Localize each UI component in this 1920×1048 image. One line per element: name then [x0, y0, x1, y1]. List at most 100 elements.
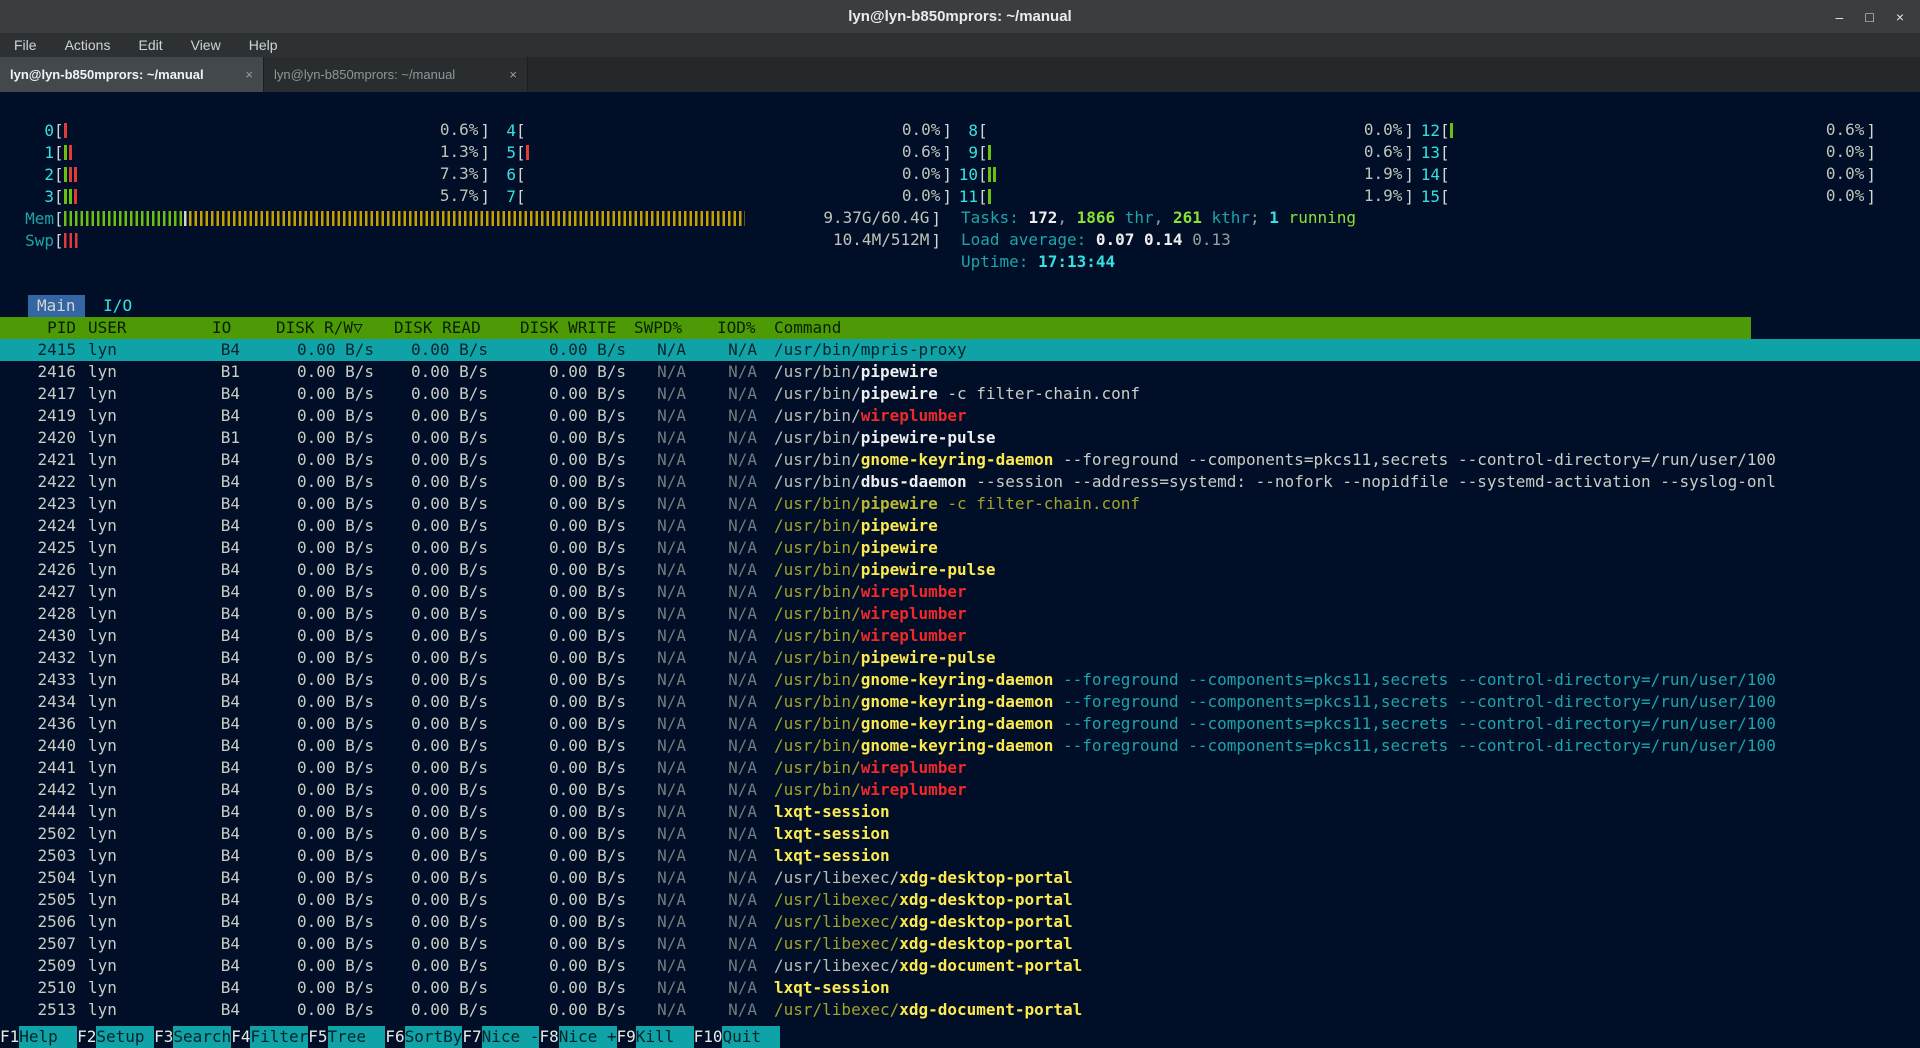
process-row-2417[interactable]: 2417lynB40.00 B/s0.00 B/s0.00 B/sN/AN/A/… [0, 383, 1920, 405]
disk-rw: 0.00 B/s [254, 647, 374, 669]
fn-action-kill[interactable]: Kill [636, 1026, 694, 1048]
swpd-pct: N/A [606, 867, 686, 889]
tab-close-icon[interactable]: × [509, 67, 517, 82]
fn-action-filter[interactable]: Filter [250, 1026, 308, 1048]
uptime: Uptime: 17:13:44 [961, 251, 1115, 273]
process-row-2440[interactable]: 2440lynB40.00 B/s0.00 B/s0.00 B/sN/AN/A/… [0, 735, 1920, 757]
fn-action-setup[interactable]: Setup [96, 1026, 154, 1048]
swpd-pct: N/A [606, 339, 686, 361]
menu-item-actions[interactable]: Actions [65, 37, 111, 53]
process-row-2444[interactable]: 2444lynB40.00 B/s0.00 B/s0.00 B/sN/AN/Al… [0, 801, 1920, 823]
minimize-button-icon[interactable]: – [1836, 9, 1844, 25]
iod-pct: N/A [677, 801, 757, 823]
process-row-2510[interactable]: 2510lynB40.00 B/s0.00 B/s0.00 B/sN/AN/Al… [0, 977, 1920, 999]
disk-rw: 0.00 B/s [254, 713, 374, 735]
htop-tab-io[interactable]: I/O [94, 295, 141, 317]
disk-rw: 0.00 B/s [254, 537, 374, 559]
fn-action-nice-[interactable]: Nice - [482, 1026, 540, 1048]
menu-item-file[interactable]: File [14, 37, 37, 53]
disk-rw: 0.00 B/s [254, 735, 374, 757]
fn-action-help[interactable]: Help [19, 1026, 77, 1048]
process-row-2425[interactable]: 2425lynB40.00 B/s0.00 B/s0.00 B/sN/AN/A/… [0, 537, 1920, 559]
process-row-2436[interactable]: 2436lynB40.00 B/s0.00 B/s0.00 B/sN/AN/A/… [0, 713, 1920, 735]
process-row-2502[interactable]: 2502lynB40.00 B/s0.00 B/s0.00 B/sN/AN/Al… [0, 823, 1920, 845]
fn-action-nice+[interactable]: Nice + [559, 1026, 617, 1048]
iod-pct: N/A [677, 537, 757, 559]
user: lyn [88, 779, 178, 801]
column-header-iod[interactable]: IOD% [717, 317, 756, 339]
process-row-2507[interactable]: 2507lynB40.00 B/s0.00 B/s0.00 B/sN/AN/A/… [0, 933, 1920, 955]
user: lyn [88, 449, 178, 471]
disk-rw: 0.00 B/s [254, 691, 374, 713]
command: /usr/libexec/xdg-document-portal [774, 999, 1920, 1021]
swpd-pct: N/A [606, 757, 686, 779]
process-row-2426[interactable]: 2426lynB40.00 B/s0.00 B/s0.00 B/sN/AN/A/… [0, 559, 1920, 581]
fn-action-sortby[interactable]: SortBy [405, 1026, 463, 1048]
maximize-button-icon[interactable]: □ [1865, 9, 1873, 25]
process-row-2503[interactable]: 2503lynB40.00 B/s0.00 B/s0.00 B/sN/AN/Al… [0, 845, 1920, 867]
disk-rw: 0.00 B/s [254, 581, 374, 603]
process-row-2506[interactable]: 2506lynB40.00 B/s0.00 B/s0.00 B/sN/AN/A/… [0, 911, 1920, 933]
process-row-2441[interactable]: 2441lynB40.00 B/s0.00 B/s0.00 B/sN/AN/A/… [0, 757, 1920, 779]
process-row-2433[interactable]: 2433lynB40.00 B/s0.00 B/s0.00 B/sN/AN/A/… [0, 669, 1920, 691]
io-priority: B4 [180, 537, 240, 559]
pid: 2415 [8, 339, 76, 361]
menu-item-edit[interactable]: Edit [138, 37, 162, 53]
disk-read: 0.00 B/s [368, 427, 488, 449]
disk-rw: 0.00 B/s [254, 427, 374, 449]
column-header-swpd[interactable]: SWPD% [634, 317, 682, 339]
tab-close-icon[interactable]: × [245, 67, 253, 82]
menu-item-view[interactable]: View [191, 37, 221, 53]
swpd-pct: N/A [606, 845, 686, 867]
process-row-2509[interactable]: 2509lynB40.00 B/s0.00 B/s0.00 B/sN/AN/A/… [0, 955, 1920, 977]
pid: 2513 [8, 999, 76, 1021]
user: lyn [88, 515, 178, 537]
process-row-2434[interactable]: 2434lynB40.00 B/s0.00 B/s0.00 B/sN/AN/A/… [0, 691, 1920, 713]
process-row-2422[interactable]: 2422lynB40.00 B/s0.00 B/s0.00 B/sN/AN/A/… [0, 471, 1920, 493]
process-row-2421[interactable]: 2421lynB40.00 B/s0.00 B/s0.00 B/sN/AN/A/… [0, 449, 1920, 471]
process-row-2505[interactable]: 2505lynB40.00 B/s0.00 B/s0.00 B/sN/AN/A/… [0, 889, 1920, 911]
process-row-2415[interactable]: 2415lynB40.00 B/s0.00 B/s0.00 B/sN/AN/A/… [0, 339, 1920, 361]
process-row-2432[interactable]: 2432lynB40.00 B/s0.00 B/s0.00 B/sN/AN/A/… [0, 647, 1920, 669]
pid: 2422 [8, 471, 76, 493]
process-row-2430[interactable]: 2430lynB40.00 B/s0.00 B/s0.00 B/sN/AN/A/… [0, 625, 1920, 647]
process-row-2427[interactable]: 2427lynB40.00 B/s0.00 B/s0.00 B/sN/AN/A/… [0, 581, 1920, 603]
pid: 2502 [8, 823, 76, 845]
process-row-2416[interactable]: 2416lynB10.00 B/s0.00 B/s0.00 B/sN/AN/A/… [0, 361, 1920, 383]
process-row-2424[interactable]: 2424lynB40.00 B/s0.00 B/s0.00 B/sN/AN/A/… [0, 515, 1920, 537]
process-row-2423[interactable]: 2423lynB40.00 B/s0.00 B/s0.00 B/sN/AN/A/… [0, 493, 1920, 515]
column-header-cmd[interactable]: Command [774, 317, 841, 339]
process-row-2419[interactable]: 2419lynB40.00 B/s0.00 B/s0.00 B/sN/AN/A/… [0, 405, 1920, 427]
column-header-write[interactable]: DISK WRITE [520, 317, 616, 339]
htop-tab-main[interactable]: Main [28, 295, 85, 317]
io-priority: B4 [180, 845, 240, 867]
process-row-2442[interactable]: 2442lynB40.00 B/s0.00 B/s0.00 B/sN/AN/A/… [0, 779, 1920, 801]
disk-rw: 0.00 B/s [254, 977, 374, 999]
column-header-user[interactable]: USER [88, 317, 127, 339]
user: lyn [88, 911, 178, 933]
swpd-pct: N/A [606, 471, 686, 493]
terminal-tab-1[interactable]: lyn@lyn-b850mprors: ~/manual× [0, 57, 264, 92]
io-priority: B4 [180, 999, 240, 1021]
disk-read: 0.00 B/s [368, 515, 488, 537]
iod-pct: N/A [677, 625, 757, 647]
process-row-2504[interactable]: 2504lynB40.00 B/s0.00 B/s0.00 B/sN/AN/A/… [0, 867, 1920, 889]
pid: 2444 [8, 801, 76, 823]
menu-item-help[interactable]: Help [249, 37, 278, 53]
fn-action-search[interactable]: Search [173, 1026, 231, 1048]
column-header-io[interactable]: IO [212, 317, 231, 339]
terminal-htop[interactable]: 0[0.6%]4[0.0%]8[0.0%]12[0.6%]1[1.3%]5[0.… [0, 92, 1920, 1048]
fn-action-tree[interactable]: Tree [328, 1026, 386, 1048]
close-button-icon[interactable]: × [1896, 9, 1904, 25]
column-header-read[interactable]: DISK READ [394, 317, 481, 339]
column-header-rw[interactable]: DISK R/W▽ [276, 317, 363, 339]
terminal-tab-2[interactable]: lyn@lyn-b850mprors: ~/manual× [264, 57, 528, 92]
column-header-pid[interactable]: PID [8, 317, 76, 339]
process-row-2420[interactable]: 2420lynB10.00 B/s0.00 B/s0.00 B/sN/AN/A/… [0, 427, 1920, 449]
process-row-2513[interactable]: 2513lynB40.00 B/s0.00 B/s0.00 B/sN/AN/A/… [0, 999, 1920, 1021]
process-row-2428[interactable]: 2428lynB40.00 B/s0.00 B/s0.00 B/sN/AN/A/… [0, 603, 1920, 625]
io-priority: B4 [180, 383, 240, 405]
fn-action-quit[interactable]: Quit [722, 1026, 780, 1048]
iod-pct: N/A [677, 691, 757, 713]
user: lyn [88, 559, 178, 581]
